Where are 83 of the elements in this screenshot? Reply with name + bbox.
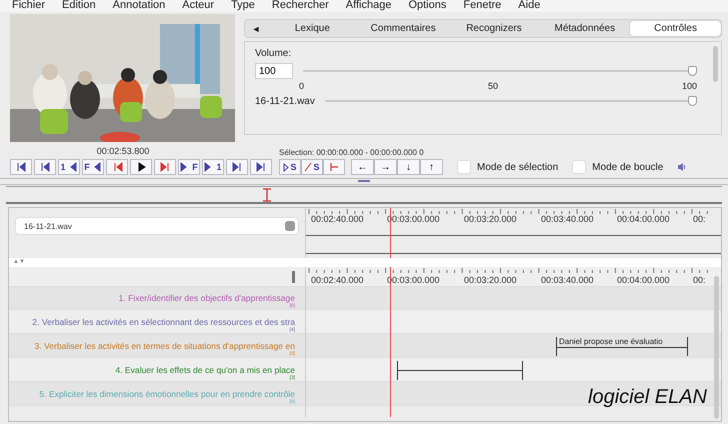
speaker-icon[interactable] (677, 162, 688, 172)
tab[interactable]: Métadonnées (539, 21, 630, 36)
selection-time: Sélection: 00:00:00.000 - 00:00:00.000 0 (279, 148, 425, 157)
transport-button[interactable]: F (178, 159, 200, 175)
tab[interactable]: Lexique (267, 21, 358, 36)
annotation[interactable]: Daniel propose une évaluatio (556, 337, 688, 356)
scrollbar[interactable] (714, 276, 719, 419)
checkbox-label: Mode de boucle (592, 162, 664, 172)
scrollbar[interactable] (713, 46, 718, 82)
resize-handle[interactable] (292, 270, 295, 282)
menu-item[interactable]: Affichage (346, 0, 392, 12)
tier-name: 2. Verbaliser les activités en sélectionnant des ressources et des stra (32, 316, 295, 326)
checkbox[interactable] (457, 160, 471, 174)
step-icon (16, 162, 26, 172)
menu-item[interactable]: Acteur (182, 0, 214, 12)
time-label: 00:04:00.000 (617, 214, 670, 224)
transport-button[interactable]: 1 (202, 159, 224, 175)
play-icon (283, 162, 290, 172)
menu-item[interactable]: Type (231, 0, 255, 12)
time-label: 00:03:40.000 (541, 214, 594, 224)
menu-item[interactable]: Fichier (12, 0, 46, 12)
tick-label: 0 (299, 81, 304, 91)
arrow-button[interactable]: ← (351, 159, 374, 175)
arrow-button[interactable]: → (374, 159, 397, 175)
time-label: 00:02:40.000 (311, 275, 364, 285)
transport-button[interactable] (34, 159, 56, 175)
selection-button[interactable] (323, 159, 345, 175)
transport-button[interactable]: 1 (58, 159, 80, 175)
time-label: 00:03:20.000 (464, 275, 517, 285)
splitter-handle[interactable] (358, 180, 370, 182)
time-label: 00:03:20.000 (464, 214, 517, 224)
playhead-line (390, 208, 391, 258)
arrow-button[interactable]: ↓ (397, 159, 420, 175)
selection-button[interactable]: S (301, 159, 323, 175)
slider-thumb[interactable] (688, 66, 697, 76)
tier-name: 1. Fixer/identifier des objectifs d'apprentissage (118, 293, 295, 303)
menu-item[interactable]: Fenetre (463, 0, 502, 12)
tier-name: 4. Evaluer les effets de ce qu'on a mis en place (115, 364, 295, 374)
step-icon (256, 162, 266, 172)
time-label: 00:02:40.000 (311, 214, 364, 224)
time-label: 00: (693, 214, 706, 224)
tab[interactable]: Recognizers (448, 21, 540, 36)
tab-scroll-button[interactable]: ◄ (245, 24, 267, 34)
dropdown-arrow-icon (285, 221, 295, 231)
tier-name: 3. Verbaliser les activités en termes de situations d'apprentissage en (34, 340, 295, 350)
tier-name: 5. Expliciter les dimensions émotionnelles pour en prendre contrôle (39, 388, 295, 398)
volume-label: Volume: (255, 48, 292, 59)
media-time: 00:02:53.800 (96, 146, 150, 156)
step-icon (40, 162, 50, 172)
transport-button[interactable] (250, 159, 272, 175)
volume-field[interactable]: 100 (255, 63, 293, 79)
time-label: 00:03:40.000 (541, 275, 594, 285)
annotation[interactable] (397, 361, 523, 380)
checkbox-label: Mode de sélection (477, 162, 558, 172)
step-icon (112, 162, 122, 172)
tick-label: 50 (488, 81, 498, 91)
menu-item[interactable]: Annotation (112, 0, 166, 12)
transport-button[interactable] (130, 159, 152, 175)
cursor-icon (262, 188, 272, 202)
play-icon (136, 162, 146, 172)
time-label: 00:04:00.000 (617, 275, 670, 285)
arrow-button[interactable]: ↑ (420, 159, 443, 175)
step-icon (232, 162, 242, 172)
slider-thumb[interactable] (688, 96, 697, 106)
arrow-bar-icon (329, 162, 339, 172)
checkbox[interactable] (572, 160, 586, 174)
tab[interactable]: Commentaires (358, 21, 449, 36)
selection-button[interactable]: S (279, 159, 301, 175)
transport-button[interactable]: F (82, 159, 104, 175)
menu-item[interactable]: Edition (62, 0, 96, 12)
transport-button[interactable] (10, 159, 32, 175)
time-label: 00: (693, 275, 706, 285)
transport-button[interactable] (226, 159, 248, 175)
menu-item[interactable]: Options (408, 0, 446, 12)
tick-label: 100 (682, 81, 697, 91)
file-name: 16-11-21.wav (255, 96, 315, 106)
menu-item[interactable]: Aide (518, 0, 540, 12)
step-icon (160, 162, 170, 172)
strike-icon (304, 162, 312, 172)
tab[interactable]: Contrôles (630, 21, 721, 36)
media-dropdown[interactable]: 16-11-21.wav (15, 217, 299, 235)
caption: logiciel ELAN (588, 386, 707, 409)
menu-item[interactable]: Rechercher (272, 0, 329, 12)
